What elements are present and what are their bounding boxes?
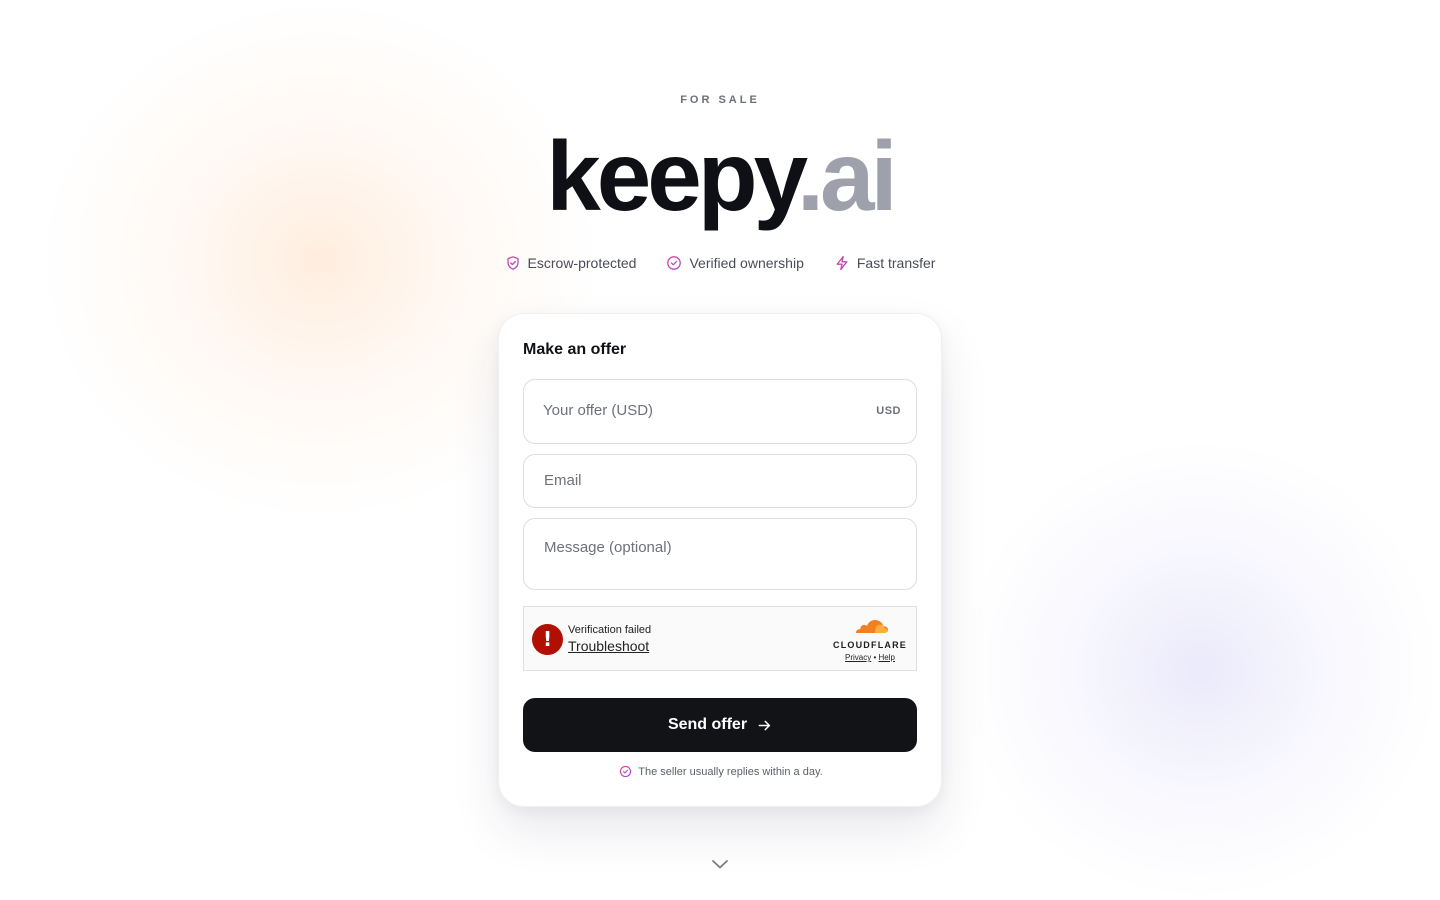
domain-title: keepy.ai bbox=[0, 118, 1440, 234]
shield-icon bbox=[506, 256, 519, 270]
cloud-icon bbox=[856, 620, 889, 633]
feature-list: Escrow-protected Verified ownership Fast… bbox=[0, 252, 1440, 274]
feature-label: Verified ownership bbox=[689, 255, 804, 271]
send-offer-button[interactable]: Send offer bbox=[523, 698, 917, 752]
cloudflare-logo: CLOUDFLARE Privacy • Help bbox=[832, 618, 908, 662]
reply-note-text: The seller usually replies within a day. bbox=[638, 765, 823, 778]
error-icon: ! bbox=[532, 624, 563, 655]
check-circle-icon bbox=[620, 765, 632, 778]
arrow-right-icon bbox=[758, 720, 771, 730]
domain-name: keepy bbox=[546, 121, 801, 231]
captcha-status: Verification failed bbox=[568, 624, 652, 636]
cloudflare-wordmark: CLOUDFLARE bbox=[833, 640, 907, 650]
for-sale-label: FOR SALE bbox=[680, 94, 760, 106]
feature-verified: Verified ownership bbox=[666, 252, 804, 274]
check-circle-icon bbox=[667, 256, 682, 270]
currency-label: USD bbox=[876, 405, 901, 417]
message-field[interactable] bbox=[523, 518, 917, 590]
background-glow-cool bbox=[960, 440, 1440, 900]
offer-amount-input[interactable] bbox=[543, 402, 843, 419]
link-separator: • bbox=[873, 653, 877, 662]
offer-card: Make an offer USD ! Verification failed … bbox=[498, 313, 942, 807]
email-field[interactable] bbox=[523, 454, 917, 508]
captcha-widget: ! Verification failed Troubleshoot CLOUD… bbox=[523, 606, 917, 671]
offer-card-title: Make an offer bbox=[523, 341, 627, 358]
lightning-icon bbox=[836, 255, 848, 271]
email-input[interactable] bbox=[544, 472, 894, 489]
help-link[interactable]: Help bbox=[879, 653, 895, 662]
send-offer-label: Send offer bbox=[667, 716, 748, 733]
feature-escrow: Escrow-protected bbox=[505, 252, 637, 274]
privacy-link[interactable]: Privacy bbox=[845, 653, 871, 662]
offer-amount-field[interactable]: USD bbox=[523, 379, 917, 444]
feature-label: Fast transfer bbox=[856, 255, 936, 271]
feature-label: Escrow-protected bbox=[527, 255, 637, 271]
feature-fast-transfer: Fast transfer bbox=[834, 252, 936, 274]
chevron-down-icon[interactable] bbox=[710, 856, 730, 872]
captcha-links: Privacy • Help bbox=[832, 653, 908, 662]
troubleshoot-link[interactable]: Troubleshoot bbox=[568, 638, 649, 654]
message-input[interactable] bbox=[544, 539, 894, 579]
domain-tld: .ai bbox=[796, 121, 898, 231]
reply-note: The seller usually replies within a day. bbox=[499, 765, 943, 778]
